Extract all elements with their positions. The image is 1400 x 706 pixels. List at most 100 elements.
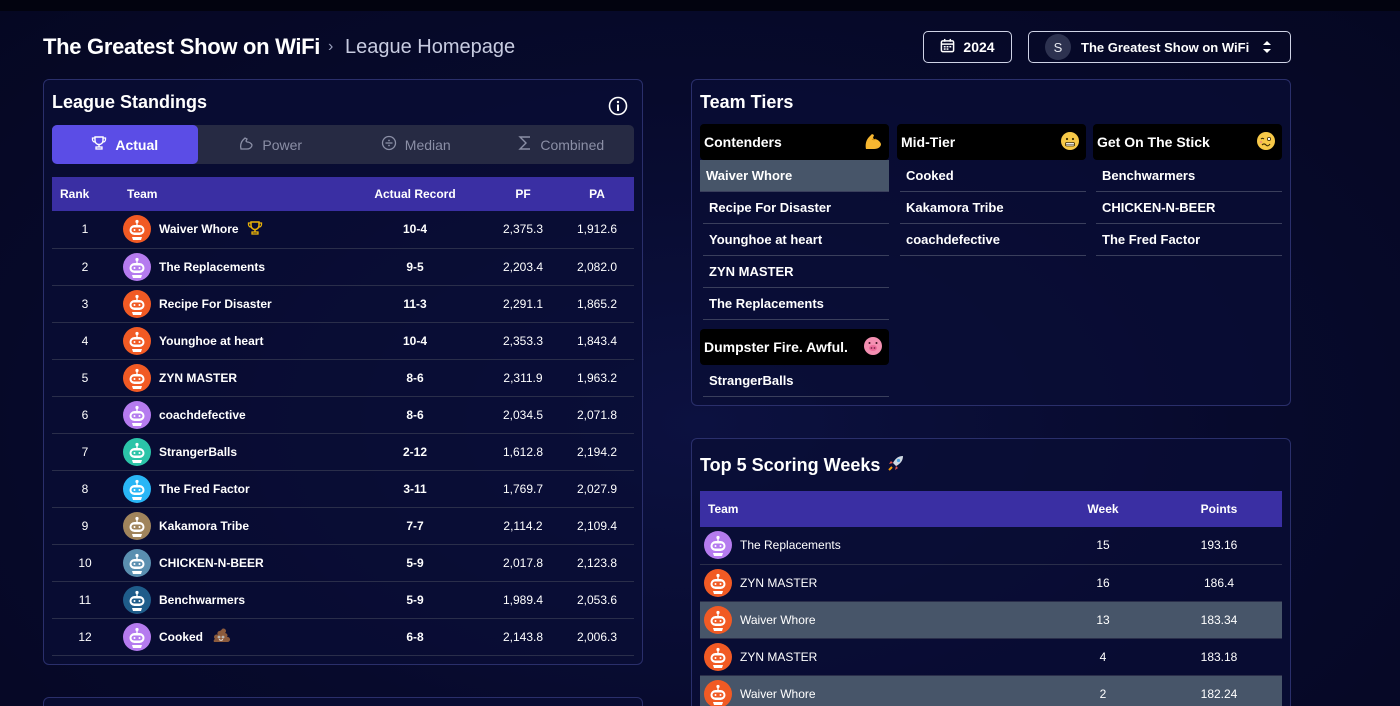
table-row[interactable]: 11 Benchwarmers 5-9 1,989.4 2,053.6 [52, 581, 634, 618]
page-title: The Greatest Show on WiFi [43, 34, 321, 59]
tab-actual[interactable]: Actual [52, 125, 198, 164]
team-cell: ZYN MASTER [700, 564, 1050, 601]
team-cell-wrap: Kakamora Tribe [123, 511, 344, 540]
team-name[interactable]: Kakamora Tribe [159, 519, 249, 533]
team-name[interactable]: The Replacements [159, 260, 265, 274]
tier-team[interactable]: Cooked [900, 160, 1086, 192]
standings-title: League Standings [52, 92, 208, 112]
team-name[interactable]: Cooked [159, 630, 203, 644]
rank-cell: 2 [81, 259, 89, 274]
table-row[interactable]: 5 ZYN MASTER 8-6 2,311.9 1,963.2 [52, 359, 634, 396]
tier-team[interactable]: Waiver Whore [700, 160, 889, 192]
team-name[interactable]: Waiver Whore [159, 222, 239, 236]
tab-median[interactable]: Median [343, 125, 489, 164]
col-pf: PF [515, 187, 531, 201]
flexed-biceps-icon [863, 131, 883, 154]
team-name[interactable]: StrangerBalls [159, 445, 237, 459]
tier-team[interactable]: The Fred Factor [1096, 224, 1282, 256]
tier-team[interactable]: Younghoe at heart [703, 224, 889, 256]
tier-team[interactable]: Kakamora Tribe [900, 192, 1086, 224]
team-name[interactable]: The Fred Factor [159, 482, 250, 496]
tab-combined[interactable]: Combined [489, 125, 635, 164]
table-row[interactable]: 12 Cooked 6-8 2,143.8 2,006.3 [52, 618, 634, 655]
team-cell: Waiver Whore [700, 675, 1050, 706]
tier-team[interactable]: The Replacements [703, 288, 889, 320]
team-name[interactable]: Recipe For Disaster [159, 297, 272, 311]
col-actual-record: Actual Record [374, 187, 456, 201]
rank-cell: 11 [78, 592, 92, 607]
record-cell: 7-7 [406, 518, 424, 533]
tab-power[interactable]: Power [198, 125, 344, 164]
trophy-badge-icon [247, 220, 263, 239]
team-name[interactable]: Benchwarmers [159, 593, 245, 607]
table-row[interactable]: ZYN MASTER 16 186.4 [700, 564, 1282, 601]
team-avatar [123, 215, 151, 244]
table-row[interactable]: 1 Waiver Whore 10-4 2,375.3 1,912.6 [52, 211, 634, 248]
top-scoring-weeks-panel: Top 5 Scoring Weeks Team Week Points The… [691, 438, 1291, 706]
team-name[interactable]: ZYN MASTER [159, 371, 237, 385]
rank-cell: 7 [81, 444, 89, 459]
team-name[interactable]: Younghoe at heart [159, 334, 263, 348]
rank-cell: 4 [81, 333, 89, 348]
table-row[interactable]: 7 StrangerBalls 2-12 1,612.8 2,194.2 [52, 433, 634, 470]
table-row[interactable]: 6 coachdefective 8-6 2,034.5 2,071.8 [52, 396, 634, 433]
tier-team[interactable]: StrangerBalls [703, 365, 889, 397]
tier-get-on-the-stick: Get On The Stick Benchwarmers CHICKEN-N-… [1093, 124, 1282, 256]
pf-cell: 2,203.4 [502, 259, 544, 274]
team-name[interactable]: ZYN MASTER [740, 650, 817, 664]
team-name[interactable]: Waiver Whore [740, 613, 816, 627]
table-row[interactable]: 9 Kakamora Tribe 7-7 2,114.2 2,109.4 [52, 507, 634, 544]
rank-cell: 6 [81, 407, 89, 422]
team-avatar [704, 531, 732, 560]
team-name[interactable]: The Replacements [740, 538, 841, 552]
team-name[interactable]: Waiver Whore [740, 687, 816, 701]
pf-cell: 2,034.5 [502, 407, 544, 422]
team-cell: Younghoe at heart [118, 322, 344, 359]
info-icon[interactable] [608, 96, 628, 121]
week-cell: 16 [1096, 575, 1110, 590]
team-name[interactable]: CHICKEN-N-BEER [159, 556, 264, 570]
rank-cell: 12 [78, 629, 92, 644]
league-selector[interactable]: S The Greatest Show on WiFi [1028, 31, 1291, 63]
pf-cell: 2,114.2 [503, 518, 543, 533]
team-avatar [123, 585, 151, 614]
flex-icon [238, 135, 254, 154]
table-row[interactable]: The Replacements 15 193.16 [700, 527, 1282, 564]
top5-header-row: Team Week Points [700, 491, 1282, 527]
table-row[interactable]: 8 The Fred Factor 3-11 1,769.7 2,027.9 [52, 470, 634, 507]
rank-cell: 8 [81, 481, 89, 496]
table-row[interactable]: 10 CHICKEN-N-BEER 5-9 2,017.8 2,123.8 [52, 544, 634, 581]
table-row[interactable]: Waiver Whore 2 182.24 [700, 675, 1282, 706]
year-button[interactable]: 2024 [923, 31, 1012, 63]
tier-header: Contenders [700, 124, 889, 160]
points-cell: 186.4 [1203, 575, 1235, 590]
tier-team[interactable]: CHICKEN-N-BEER [1096, 192, 1282, 224]
top5-title-wrap: Top 5 Scoring Weeks [700, 453, 906, 478]
points-cell: 193.16 [1200, 538, 1238, 553]
record-cell: 3-11 [403, 481, 427, 496]
table-row[interactable]: 3 Recipe For Disaster 11-3 2,291.1 1,865.2 [52, 285, 634, 322]
col-week: Week [1087, 502, 1119, 516]
team-name[interactable]: coachdefective [159, 408, 246, 422]
pf-cell: 2,143.8 [502, 629, 544, 644]
sigma-icon [518, 135, 532, 154]
tier-team[interactable]: Benchwarmers [1096, 160, 1282, 192]
pa-cell: 2,027.9 [576, 481, 618, 496]
table-row[interactable]: Waiver Whore 13 183.34 [700, 601, 1282, 638]
tier-team[interactable]: Recipe For Disaster [703, 192, 889, 224]
team-avatar [704, 642, 732, 671]
team-cell: ZYN MASTER [700, 638, 1050, 675]
team-avatar [123, 363, 151, 392]
points-cell: 182.24 [1200, 686, 1238, 701]
team-cell: Waiver Whore [700, 601, 1050, 638]
team-name[interactable]: ZYN MASTER [740, 576, 817, 590]
team-avatar [704, 568, 732, 597]
tier-team[interactable]: coachdefective [900, 224, 1086, 256]
team-cell-wrap: StrangerBalls [123, 437, 344, 466]
col-pa: PA [589, 187, 605, 201]
pa-cell: 1,865.2 [576, 296, 618, 311]
tier-team[interactable]: ZYN MASTER [703, 256, 889, 288]
table-row[interactable]: ZYN MASTER 4 183.18 [700, 638, 1282, 675]
table-row[interactable]: 4 Younghoe at heart 10-4 2,353.3 1,843.4 [52, 322, 634, 359]
table-row[interactable]: 2 The Replacements 9-5 2,203.4 2,082.0 [52, 248, 634, 285]
